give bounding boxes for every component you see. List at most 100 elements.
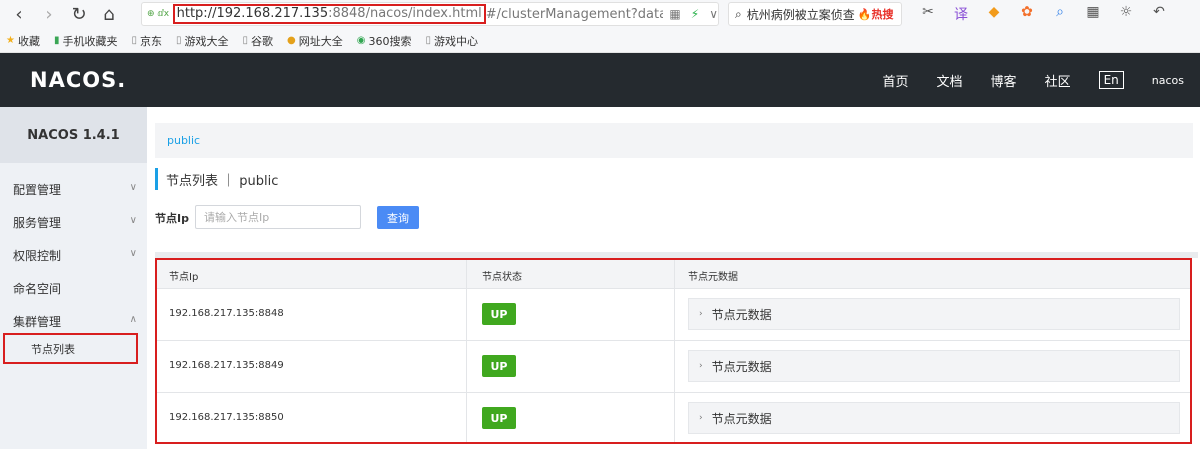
brightness-icon[interactable]: ☼ [1116,4,1136,24]
column-header-status: 节点状态 [482,272,522,283]
sidebar-item-label: 命名空间 [13,282,62,296]
search-magnifier-icon[interactable]: ⌕ [1050,4,1070,24]
undo-icon[interactable]: ↶ [1149,4,1169,24]
sidebar-item-config[interactable]: 配置管理 ∨ [0,173,147,206]
game-icon[interactable]: ✿ [1017,4,1037,24]
browser-extension-icons: ✂ 译 ◆ ✿ ⌕ ▦ ☼ ↶ [918,4,1169,24]
shield-icon[interactable]: ◆ [984,4,1004,24]
sidebar-subitem-node-list[interactable]: 节点列表 [3,333,138,364]
url-host: http://192.168.217.135 [176,6,329,21]
bookmark-label: 游戏大全 [184,34,229,48]
speed-icon[interactable]: ⚡ [691,7,699,21]
table-row: 192.168.217.135:8850 UP › 节点元数据 [157,393,1190,445]
page-icon: ▯ [242,35,249,46]
node-ip: 192.168.217.135:8848 [169,308,284,319]
page-icon: ▯ [176,35,182,46]
chevron-down-icon: ∨ [129,182,137,193]
back-icon[interactable]: ‹ [8,4,30,26]
bookmarks-bar: ★ 收藏 ▮ 手机收藏夹 ▯ 京东 ▯ 游戏大全 ▯ 谷歌 ● 网址大全 ◉ 360搜索 ▯ 游… [0,29,1200,53]
url-actions: ▦ ⚡ ∨ [669,7,718,21]
metadata-label: 节点元数据 [711,359,772,374]
bookmark-label: 手机收藏夹 [62,34,118,48]
node-table: 节点Ip 节点状态 节点元数据 192.168.217.135:8848 UP … [155,258,1192,444]
nav-community[interactable]: 社区 [1045,71,1071,90]
nacos-logo[interactable]: NACOS. [30,68,126,92]
hot-search-badge[interactable]: 🔥热搜 [858,6,894,22]
star-icon: ★ [6,35,15,46]
page-icon: ▯ [131,35,137,46]
circle-icon: ◉ [356,35,366,46]
bookmark-item[interactable]: ● 网址大全 [287,33,343,49]
nav-blog[interactable]: 博客 [991,71,1017,90]
url-rest: #/clusterManagement?dataId=&grou [485,6,664,22]
metadata-collapse[interactable]: › 节点元数据 [688,350,1180,382]
chevron-down-icon[interactable]: ∨ [709,7,718,21]
metadata-label: 节点元数据 [711,411,772,426]
url-highlight-box: http://192.168.217.135:8848/nacos/index.… [172,4,486,24]
bookmark-item[interactable]: ▯ 谷歌 [243,33,274,49]
bookmark-item[interactable]: ▯ 游戏大全 [176,33,229,49]
namespace-tab-public[interactable]: public [167,134,200,147]
sidebar-item-label: 集群管理 [13,315,62,329]
metadata-collapse[interactable]: › 节点元数据 [688,298,1180,330]
namespace-bar: public [155,123,1193,158]
table-row: 192.168.217.135:8848 UP › 节点元数据 [157,289,1190,341]
column-header-ip: 节点Ip [169,272,199,283]
page-title: 节点列表 ｜ public [155,168,278,190]
metadata-label: 节点元数据 [711,307,772,322]
sidebar-item-label: 配置管理 [13,183,62,197]
sidebar-item-auth[interactable]: 权限控制 ∨ [0,239,147,272]
bookmark-item[interactable]: ▯ 京东 [131,33,162,49]
bookmark-item[interactable]: ★ 收藏 [6,33,40,49]
bookmark-item[interactable]: ▮ 手机收藏夹 [54,33,118,49]
bookmark-label: 游戏中心 [434,34,479,48]
sidebar-item-service[interactable]: 服务管理 ∨ [0,206,147,239]
user-name[interactable]: nacos [1152,74,1184,87]
chevron-right-icon: › [699,309,703,319]
address-bar[interactable]: ⊕ ⅆx http://192.168.217.135:8848/nacos/i… [141,2,719,26]
top-nav: 首页 文档 博客 社区 En nacos [855,53,1184,107]
chevron-up-icon: ∧ [129,314,137,325]
node-ip-input[interactable] [195,205,361,229]
bookmark-item[interactable]: ▯ 游戏中心 [426,33,479,49]
chevron-right-icon: › [699,413,703,423]
home-icon[interactable]: ⌂ [98,4,120,26]
translate-icon[interactable]: 译 [951,4,971,24]
bookmark-label: 京东 [140,34,162,48]
node-ip: 192.168.217.135:8850 [169,412,284,423]
sidebar-item-label: 权限控制 [13,249,62,263]
phone-icon: ▮ [53,35,60,46]
node-ip: 192.168.217.135:8849 [169,360,284,371]
bookmark-item[interactable]: ◉ 360搜索 [357,33,412,49]
reload-icon[interactable]: ↻ [68,4,90,26]
chevron-down-icon: ∨ [129,215,137,226]
scissors-icon[interactable]: ✂ [918,4,938,24]
query-button[interactable]: 查询 [377,206,419,229]
sidebar-title: NACOS 1.4.1 [0,107,147,163]
sidebar-item-label: 服务管理 [13,216,62,230]
nav-docs[interactable]: 文档 [937,71,963,90]
status-badge: UP [482,355,516,377]
url-path: :8848/nacos/index.html [328,6,482,21]
browser-search-box[interactable]: ⌕ 杭州病例被立案侦查 🔥热搜 [728,2,902,26]
table-row: 192.168.217.135:8849 UP › 节点元数据 [157,341,1190,393]
site-info-icon[interactable]: ⊕ ⅆx [147,9,173,19]
search-icon[interactable]: ⌕ [735,7,742,22]
metadata-collapse[interactable]: › 节点元数据 [688,402,1180,434]
sidebar-item-namespace[interactable]: 命名空间 [0,272,147,305]
language-toggle[interactable]: En [1098,71,1124,89]
sidebar: NACOS 1.4.1 配置管理 ∨ 服务管理 ∨ 权限控制 ∨ 命名空间 集群… [0,107,147,449]
grid-icon[interactable]: ▦ [1083,4,1103,24]
search-text: 杭州病例被立案侦查 [746,7,855,22]
forward-icon[interactable]: › [38,4,60,26]
nav-home[interactable]: 首页 [883,71,909,90]
chevron-down-icon: ∨ [129,248,137,259]
status-badge: UP [482,303,516,325]
node-ip-label: 节点Ip [155,212,189,225]
page-icon: ▯ [425,35,432,46]
status-badge: UP [482,407,516,429]
column-header-metadata: 节点元数据 [688,272,738,283]
bookmark-label: 360搜索 [368,34,412,48]
qr-code-icon[interactable]: ▦ [669,7,680,21]
